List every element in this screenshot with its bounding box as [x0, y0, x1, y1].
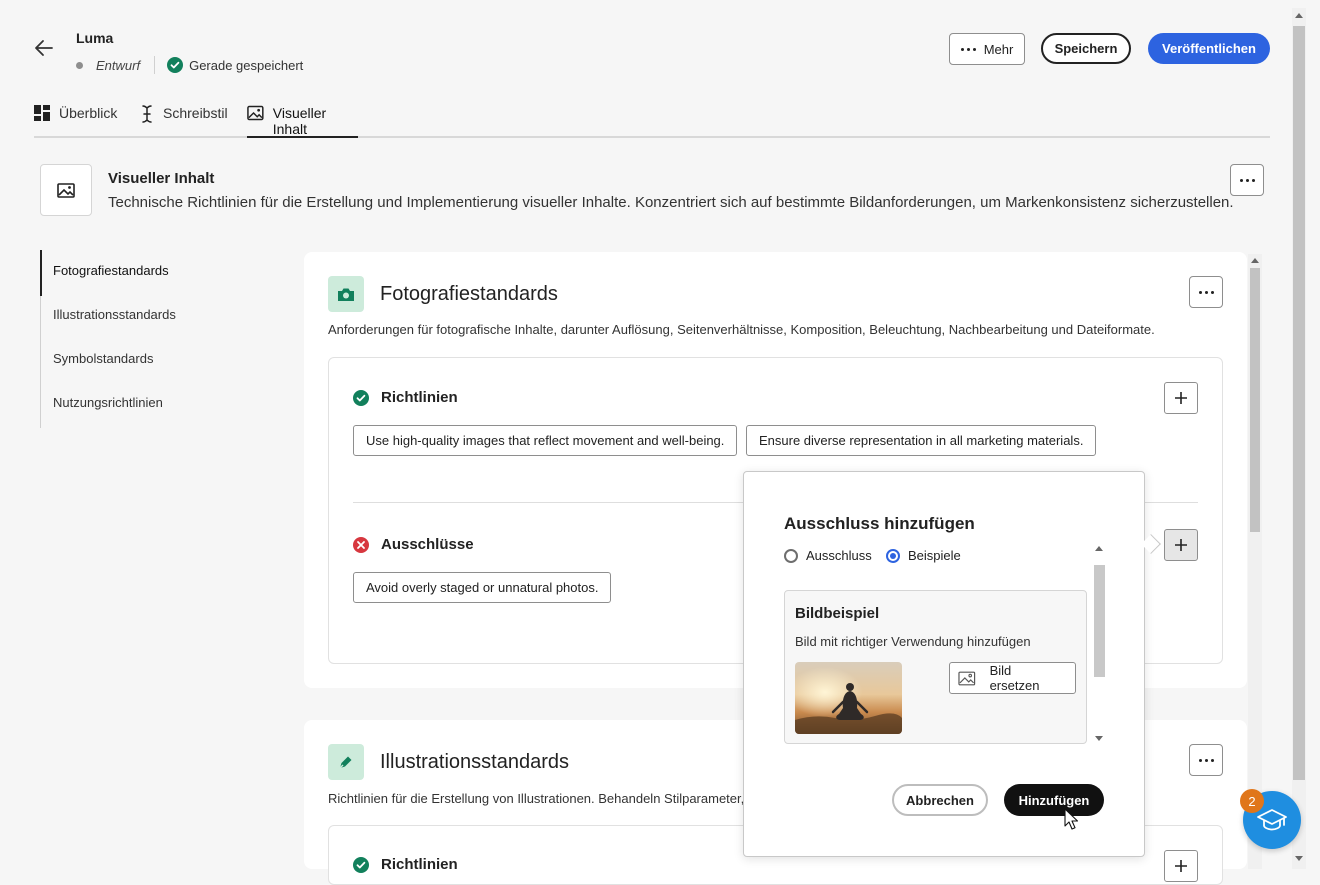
replace-image-label: Bild ersetzen — [989, 663, 1040, 693]
guidelines-title: Richtlinien — [381, 389, 458, 406]
radio-examples-label: Beispiele — [908, 548, 961, 563]
draft-status: Entwurf — [96, 57, 141, 73]
guideline-chip[interactable]: Ensure diverse representation in all mar… — [746, 425, 1097, 456]
photography-more-button[interactable] — [1189, 276, 1223, 308]
pen-icon — [328, 744, 364, 780]
saved-check-icon — [167, 57, 184, 73]
image-placeholder-icon — [958, 671, 976, 685]
guideline-chip[interactable]: Use high-quality images that reflect mov… — [353, 425, 738, 456]
cancel-button[interactable]: Abbrechen — [892, 784, 988, 816]
tab-overview-label: Überblick — [59, 105, 118, 121]
tab-overview[interactable]: Überblick — [34, 100, 117, 138]
content-scrollbar[interactable] — [1248, 254, 1262, 869]
save-status: Gerade gespeichert — [189, 57, 304, 73]
scroll-up-icon[interactable] — [1251, 258, 1259, 263]
plus-icon — [1175, 539, 1187, 551]
radio-examples-control[interactable] — [886, 548, 900, 563]
brand-name: Luma — [76, 30, 114, 46]
section-nav: Fotografiestandards Illustrationsstandar… — [40, 250, 240, 428]
exclusion-chip[interactable]: Avoid overly staged or unnatural photos. — [353, 572, 612, 603]
add-exclusion-button[interactable] — [1164, 529, 1198, 561]
status-dot-icon — [76, 61, 83, 69]
nav-active-indicator — [40, 250, 42, 296]
exclusions-x-icon — [353, 536, 369, 553]
dashboard-icon — [34, 105, 50, 121]
exclusions-title: Ausschlüsse — [381, 536, 474, 553]
graduation-cap-icon — [1257, 809, 1287, 831]
image-card-description: Bild mit richtiger Verwendung hinzufügen — [795, 634, 1031, 649]
add-illustration-guideline-button[interactable] — [1164, 850, 1198, 882]
plus-icon — [1175, 392, 1187, 404]
illustration-more-button[interactable] — [1189, 744, 1223, 776]
page-scrollbar[interactable] — [1292, 8, 1306, 869]
popover-scroll-down-icon[interactable] — [1095, 736, 1103, 741]
nav-item-usage[interactable]: Nutzungsrichtlinien — [53, 395, 163, 410]
image-card-title: Bildbeispiel — [795, 605, 880, 622]
photography-more-dots-icon — [1198, 290, 1214, 294]
illustration-title: Illustrationsstandards — [380, 751, 569, 773]
radio-exclusion-control[interactable] — [784, 548, 798, 563]
illustration-guidelines-heading: Richtlinien — [353, 856, 458, 873]
publish-button[interactable]: Veröffentlichen — [1148, 33, 1270, 64]
popover-scroll-up-icon[interactable] — [1095, 546, 1103, 551]
mouse-cursor-icon — [1064, 808, 1079, 833]
section-image-icon — [40, 164, 92, 216]
back-arrow-icon[interactable] — [32, 36, 56, 60]
page-scroll-thumb[interactable] — [1293, 26, 1305, 780]
guidelines-check-icon — [353, 856, 369, 873]
radio-exclusion[interactable]: Ausschluss — [784, 548, 872, 563]
nav-item-icons[interactable]: Symbolstandards — [53, 351, 153, 366]
tab-bar: Überblick Schreibstil Visueller Inhalt — [34, 100, 1270, 138]
radio-exclusion-label: Ausschluss — [806, 548, 872, 563]
add-guideline-button[interactable] — [1164, 382, 1198, 414]
notification-badge: 2 — [1240, 789, 1264, 813]
nav-item-illustration[interactable]: Illustrationsstandards — [53, 307, 176, 322]
add-button[interactable]: Hinzufügen — [1004, 784, 1104, 816]
illustration-more-dots-icon — [1198, 758, 1214, 762]
more-button[interactable]: Mehr — [949, 33, 1025, 65]
section-more-button[interactable] — [1230, 164, 1264, 196]
illustration-guidelines-title: Richtlinien — [381, 856, 458, 873]
illustration-description: Richtlinien für die Erstellung von Illus… — [328, 791, 752, 806]
tab-writing-style[interactable]: Schreibstil — [140, 100, 228, 138]
page-scroll-up-icon[interactable] — [1295, 13, 1303, 18]
status-row: Entwurf Gerade gespeichert — [76, 56, 303, 74]
page-scroll-down-icon[interactable] — [1295, 856, 1303, 861]
more-label: Mehr — [983, 41, 1014, 57]
guidelines-check-icon — [353, 389, 369, 406]
replace-image-button[interactable]: Bild ersetzen — [949, 662, 1076, 694]
popover-title: Ausschluss hinzufügen — [784, 514, 975, 533]
guidelines-heading: Richtlinien — [353, 389, 458, 406]
save-button[interactable]: Speichern — [1041, 33, 1131, 64]
status-divider — [154, 56, 156, 74]
photography-description: Anforderungen für fotografische Inhalte,… — [328, 322, 1155, 337]
more-dots-icon — [960, 47, 976, 51]
exclusions-heading: Ausschlüsse — [353, 536, 474, 553]
tab-writing-style-label: Schreibstil — [163, 105, 228, 121]
section-more-dots-icon — [1239, 178, 1255, 182]
tab-visual-content-label: Visueller Inhalt — [272, 105, 327, 137]
camera-icon — [328, 276, 364, 312]
content-scroll-thumb[interactable] — [1250, 268, 1260, 532]
image-icon — [247, 105, 264, 121]
text-cursor-icon — [142, 105, 152, 123]
section-description: Technische Richtlinien für die Erstellun… — [108, 194, 1234, 211]
popover-scrollbar[interactable] — [1093, 541, 1106, 747]
example-image-thumbnail — [795, 662, 902, 734]
tab-visual-content[interactable]: Visueller Inhalt — [247, 100, 358, 138]
radio-examples[interactable]: Beispiele — [886, 548, 961, 563]
plus-icon — [1175, 860, 1187, 872]
nav-item-photography[interactable]: Fotografiestandards — [53, 263, 169, 278]
popover-scroll-thumb[interactable] — [1094, 565, 1105, 677]
photography-title: Fotografiestandards — [380, 283, 558, 305]
section-title: Visueller Inhalt — [108, 170, 215, 187]
